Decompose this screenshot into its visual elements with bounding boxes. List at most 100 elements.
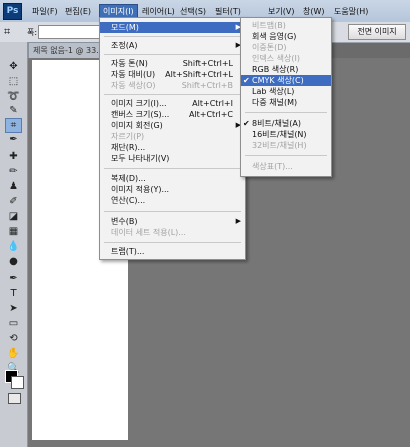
menu-item-label: 모두 나타내기(V) xyxy=(111,154,170,163)
lasso-tool-icon[interactable]: ➰ xyxy=(6,90,21,103)
menu-item-crop: 자르기(P) xyxy=(100,131,245,142)
crop-tool-preset-icon[interactable]: ⌗ xyxy=(4,26,18,38)
menu-item-label: 자르기(P) xyxy=(111,132,145,141)
menu-item-apply-data-set: 데이터 세트 적용(L)... xyxy=(100,227,245,238)
move-tool-icon[interactable]: ✥ xyxy=(6,60,21,73)
menu-view[interactable]: 보기(V) xyxy=(268,6,294,17)
quick-mask-icon[interactable] xyxy=(8,393,21,404)
pen-tool-icon[interactable]: ✒ xyxy=(6,272,21,285)
menu-item-multichannel[interactable]: 다중 채널(M) xyxy=(241,97,331,108)
background-color-swatch[interactable] xyxy=(11,376,24,389)
menu-item-label: 연산(C)... xyxy=(111,196,146,205)
eyedropper-tool-icon[interactable]: ✒ xyxy=(6,133,21,146)
menu-item-image-rotation[interactable]: 이미지 회전(G) ▶ xyxy=(100,120,245,131)
3d-rotate-tool-icon[interactable]: ⟲ xyxy=(6,332,21,345)
document-tab[interactable]: 제목 없음-1 @ 33.3 xyxy=(28,42,106,58)
clone-stamp-tool-icon[interactable]: ♟ xyxy=(6,180,21,193)
menu-item-canvas-size[interactable]: 캔버스 크기(S)... Alt+Ctrl+C xyxy=(100,109,245,120)
menu-item-8bit[interactable]: ✔ 8비트/채널(A) xyxy=(241,118,331,129)
menu-item-image-size[interactable]: 이미지 크기(I)... Alt+Ctrl+I xyxy=(100,98,245,109)
menu-item-bitmap: 비트맵(B) xyxy=(241,20,331,31)
menu-item-label: 8비트/채널(A) xyxy=(252,119,301,128)
width-label: 폭: xyxy=(27,28,38,37)
menu-item-reveal-all[interactable]: 모두 나타내기(V) xyxy=(100,153,245,164)
dodge-tool-icon[interactable]: ● xyxy=(6,255,21,268)
menu-item-label: 16비트/채널(N) xyxy=(252,130,307,139)
menu-item-cmyk-color[interactable]: ✔ CMYK 색상(C) xyxy=(241,75,331,86)
shortcut-label: Alt+Shift+Ctrl+L xyxy=(165,70,233,79)
menu-item-duotone: 이중톤(D) xyxy=(241,42,331,53)
menu-item-lab-color[interactable]: Lab 색상(L) xyxy=(241,86,331,97)
crop-tool-icon[interactable]: ⌗ xyxy=(5,118,22,133)
menu-item-mode[interactable]: 모드(M) ▶ xyxy=(100,22,245,33)
menu-help[interactable]: 도움말(H) xyxy=(334,6,368,17)
menu-item-label: 재단(R)... xyxy=(111,143,146,152)
menu-item-label: 이중톤(D) xyxy=(252,43,287,52)
menu-item-auto-contrast[interactable]: 자동 대비(U) Alt+Shift+Ctrl+L xyxy=(100,69,245,80)
shortcut-label: Shift+Ctrl+L xyxy=(182,59,233,68)
menu-item-label: 조정(A) xyxy=(111,41,138,50)
menu-item-label: 비트맵(B) xyxy=(252,21,286,30)
menu-separator xyxy=(104,54,241,55)
menu-item-label: 자동 톤(N) xyxy=(111,59,148,68)
shortcut-label: Shift+Ctrl+B xyxy=(181,81,233,90)
mode-submenu: 비트맵(B) 회색 음영(G) 이중톤(D) 인덱스 색상(I) RGB 색상(… xyxy=(240,17,332,177)
menu-filter[interactable]: 필터(T) xyxy=(215,6,241,17)
menu-separator xyxy=(104,168,241,169)
menu-item-label: RGB 색상(R) xyxy=(252,65,299,74)
menu-item-indexed-color: 인덱스 색상(I) xyxy=(241,53,331,64)
menu-item-trim[interactable]: 재단(R)... xyxy=(100,142,245,153)
menu-item-rgb-color[interactable]: RGB 색상(R) xyxy=(241,64,331,75)
shortcut-label: Alt+Ctrl+I xyxy=(192,99,233,108)
menu-item-calculations[interactable]: 연산(C)... xyxy=(100,195,245,206)
path-selection-tool-icon[interactable]: ➤ xyxy=(6,302,21,315)
menu-separator xyxy=(104,211,241,212)
width-input[interactable] xyxy=(38,25,100,39)
menu-item-adjustments[interactable]: 조정(A) ▶ xyxy=(100,40,245,51)
menu-separator xyxy=(245,112,327,113)
menu-item-label: 캔버스 크기(S)... xyxy=(111,110,170,119)
menu-file[interactable]: 파일(F) xyxy=(32,6,58,17)
menu-item-label: 인덱스 색상(I) xyxy=(252,54,300,63)
menu-window[interactable]: 창(W) xyxy=(303,6,325,17)
submenu-arrow-icon: ▶ xyxy=(235,217,241,225)
menu-item-grayscale[interactable]: 회색 음영(G) xyxy=(241,31,331,42)
healing-brush-tool-icon[interactable]: ✚ xyxy=(6,150,21,163)
menu-item-trap[interactable]: 트랩(T)... xyxy=(100,246,245,257)
type-tool-icon[interactable]: T xyxy=(6,287,21,300)
menu-select[interactable]: 선택(S) xyxy=(180,6,206,17)
menu-separator xyxy=(245,155,327,156)
menu-item-label: 트랩(T)... xyxy=(111,247,145,256)
eraser-tool-icon[interactable]: ◪ xyxy=(6,210,21,223)
menu-layer[interactable]: 레이어(L) xyxy=(142,6,175,17)
photoshop-logo: Ps xyxy=(3,3,22,20)
menu-item-label: 이미지 적용(Y)... xyxy=(111,185,170,194)
menu-item-32bit: 32비트/채널(H) xyxy=(241,140,331,151)
menu-item-label: Lab 색상(L) xyxy=(252,87,295,96)
blur-tool-icon[interactable]: 💧 xyxy=(6,240,21,253)
gradient-tool-icon[interactable]: ▦ xyxy=(6,225,21,238)
checkmark-icon: ✔ xyxy=(243,76,250,85)
menu-item-color-table: 색상표(T)... xyxy=(241,161,331,172)
shortcut-label: Alt+Ctrl+C xyxy=(188,110,233,119)
image-menu: 모드(M) ▶ 조정(A) ▶ 자동 톤(N) Shift+Ctrl+L 자동 … xyxy=(99,17,246,260)
menu-separator xyxy=(104,242,241,243)
checkmark-icon: ✔ xyxy=(243,119,250,128)
menu-item-auto-tone[interactable]: 자동 톤(N) Shift+Ctrl+L xyxy=(100,58,245,69)
menu-item-16bit[interactable]: 16비트/채널(N) xyxy=(241,129,331,140)
menu-item-variables[interactable]: 변수(B) ▶ xyxy=(100,216,245,227)
menu-edit[interactable]: 편집(E) xyxy=(65,6,91,17)
hand-tool-icon[interactable]: ✋ xyxy=(6,347,21,360)
brush-tool-icon[interactable]: ✏ xyxy=(6,165,21,178)
menu-item-label: CMYK 색상(C) xyxy=(252,76,304,85)
menu-item-label: 회색 음영(G) xyxy=(252,32,297,41)
menu-item-apply-image[interactable]: 이미지 적용(Y)... xyxy=(100,184,245,195)
history-brush-tool-icon[interactable]: ✐ xyxy=(6,195,21,208)
shape-tool-icon[interactable]: ▭ xyxy=(6,317,21,330)
menu-item-duplicate[interactable]: 복제(D)... xyxy=(100,173,245,184)
front-image-button[interactable]: 전면 이미지 xyxy=(348,24,406,40)
menu-item-label: 변수(B) xyxy=(111,217,138,226)
marquee-tool-icon[interactable]: ⬚ xyxy=(6,75,21,88)
quick-selection-tool-icon[interactable]: ✎ xyxy=(6,104,21,117)
menu-item-label: 이미지 회전(G) xyxy=(111,121,163,130)
